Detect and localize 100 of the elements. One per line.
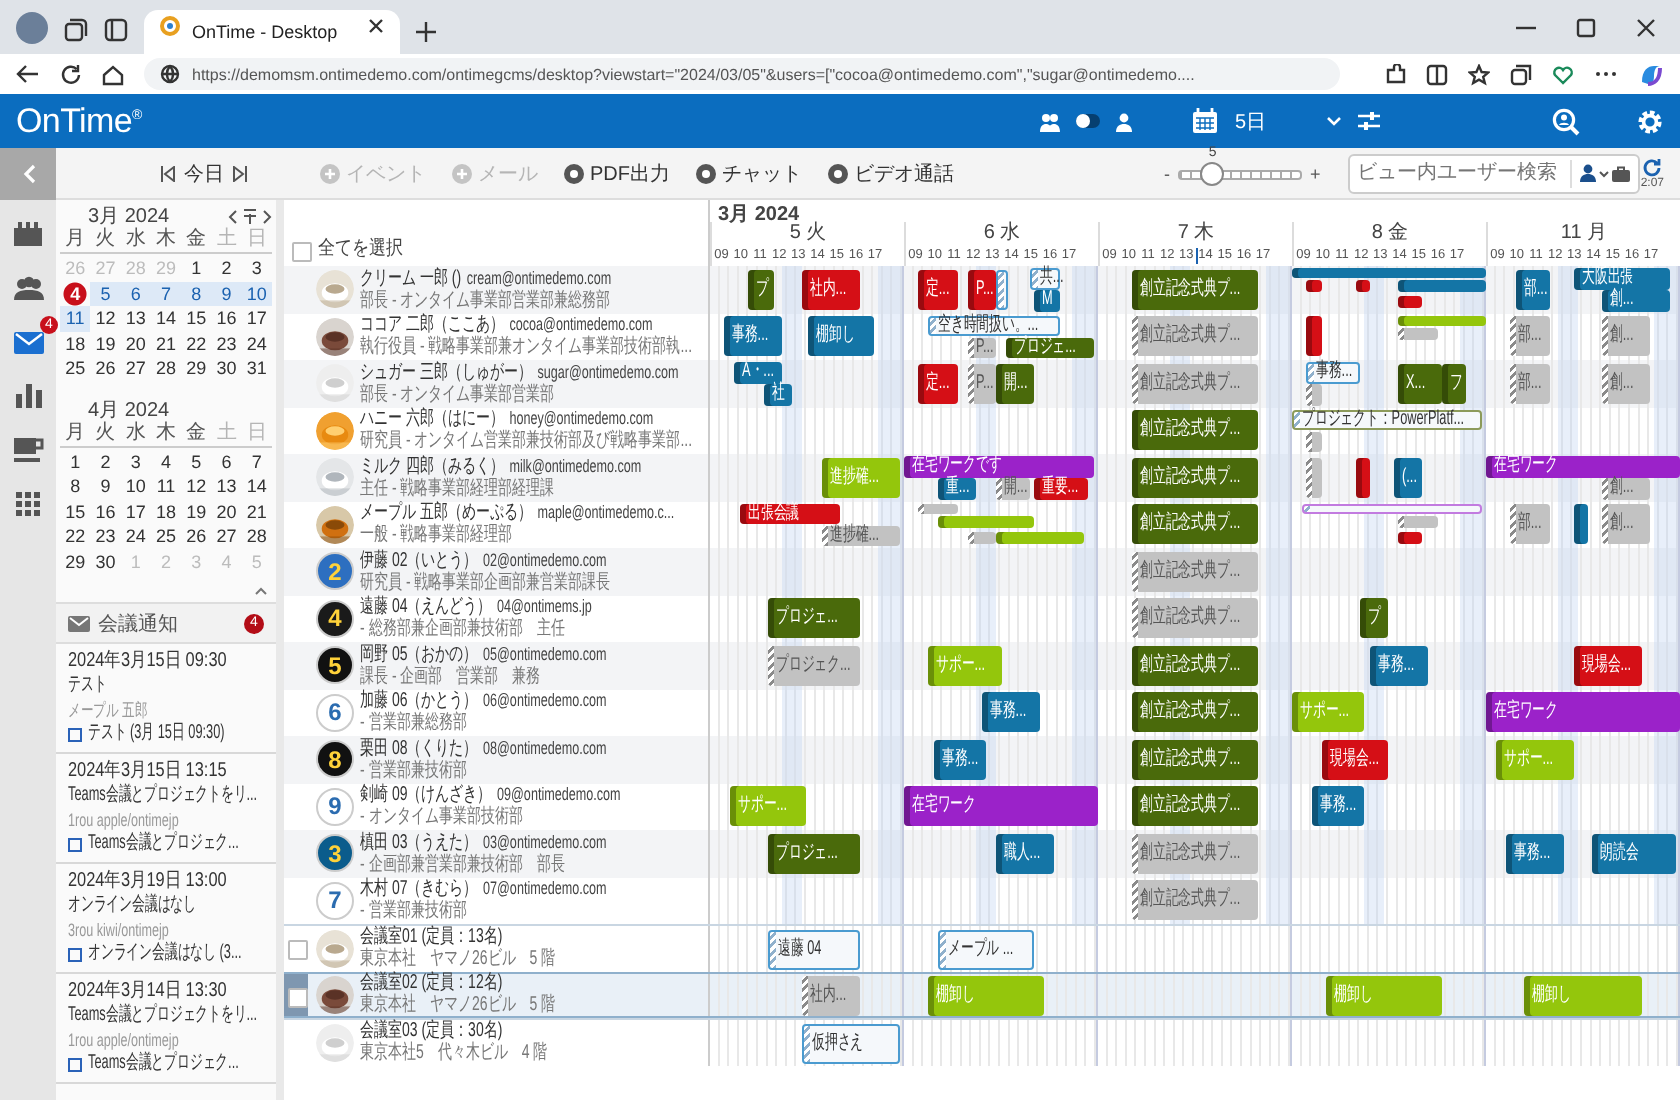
calendar-event[interactable]: 創...: [1602, 363, 1651, 403]
calendar-day[interactable]: 10: [241, 281, 272, 306]
calendar-day[interactable]: 7: [241, 449, 272, 474]
calendar-event[interactable]: 現場会...: [1573, 645, 1642, 685]
schedule-row[interactable]: 7 木村 07（きむら） 07@ontimedemo.com - 営業部兼技術部 創立記念式典プ...: [284, 877, 1680, 924]
calendar-day[interactable]: 16: [90, 499, 121, 524]
calendar-event[interactable]: 創...: [1602, 290, 1671, 311]
calendar-event[interactable]: 事務...: [1306, 362, 1360, 383]
calendar-day[interactable]: 19: [181, 499, 212, 524]
calendar-day[interactable]: 9: [90, 474, 121, 499]
plus-icon[interactable]: [416, 22, 436, 42]
notification-item[interactable]: 2024年3月19日 13:00 オンライン会議はなし 3rou kiwi/ontimejp オンライン会議はなし (3...: [56, 864, 276, 974]
calendar-event[interactable]: 創立記念式典プ...: [1131, 363, 1259, 403]
calendar-day[interactable]: 27: [120, 356, 151, 381]
calendar-day[interactable]: 18: [60, 331, 91, 356]
calendar-day[interactable]: 28: [241, 524, 272, 549]
notification-item[interactable]: 2024年3月14日 13:30 Teams会議とプロジェクトをリ... 1rou apple/ontimejp Teams会議とプロジェク...: [56, 974, 276, 1084]
days-dropdown[interactable]: 5日: [1234, 107, 1266, 135]
next-icon[interactable]: [232, 165, 248, 181]
event-link[interactable]: Teams会議とプロジェク...: [88, 832, 239, 856]
calendar-day[interactable]: 15: [60, 499, 91, 524]
calendar-day[interactable]: 23: [211, 331, 242, 356]
close-icon[interactable]: [368, 18, 384, 34]
search-field[interactable]: ビュー内ユーザー検索: [1350, 159, 1573, 187]
zoom-in-button[interactable]: +: [1310, 163, 1321, 183]
workspaces-icon[interactable]: [64, 18, 88, 42]
calendar-event[interactable]: 朗読会: [1592, 833, 1676, 873]
calendar-event[interactable]: 創立記念式典プ...: [1131, 504, 1259, 544]
calendar-event[interactable]: 重...: [937, 478, 977, 499]
calendar-event[interactable]: [1355, 457, 1370, 497]
copilot-icon[interactable]: [1638, 61, 1664, 87]
calendar-day[interactable]: 22: [181, 331, 212, 356]
people-icon[interactable]: [1040, 111, 1061, 131]
nav-button[interactable]: [8, 432, 48, 468]
calendar-event[interactable]: [1398, 315, 1486, 325]
browser-tab[interactable]: OnTime - Desktop: [144, 10, 400, 54]
back-icon[interactable]: [16, 64, 40, 84]
calendar-event[interactable]: プロジェ...: [1005, 337, 1094, 358]
calendar-day[interactable]: 29: [60, 549, 91, 574]
schedule-row[interactable]: 会議室02 (定員：12名) 東京本社 ヤマノ26ビル 5 階 社内... 棚卸し 棚卸し 棚卸し: [284, 971, 1680, 1018]
calendar-event[interactable]: 事務...: [1311, 786, 1365, 826]
calendar-day[interactable]: 3: [241, 256, 272, 281]
select-all-label[interactable]: 全てを選択: [318, 234, 403, 262]
calendar-event[interactable]: 在宅ワークです: [904, 456, 1094, 477]
calendar-day[interactable]: 1: [60, 449, 91, 474]
calendar-day[interactable]: 14: [150, 306, 182, 331]
calendar-day[interactable]: 25: [60, 356, 91, 381]
calendar-event[interactable]: 事務...: [724, 316, 783, 356]
toggle-switch[interactable]: [1076, 114, 1101, 128]
calendar-day[interactable]: 4: [150, 449, 182, 474]
calendar-event[interactable]: 事務...: [1505, 833, 1564, 873]
calendar-event[interactable]: 創...: [1602, 504, 1651, 544]
checkbox[interactable]: [288, 987, 308, 1007]
calendar-event[interactable]: 創立記念式典プ...: [1131, 645, 1259, 685]
calendar-event[interactable]: 進捗確...: [821, 525, 900, 546]
calendar-day[interactable]: 17: [241, 306, 272, 331]
calendar-day[interactable]: 11: [150, 474, 182, 499]
calendar-day[interactable]: 13: [120, 306, 151, 331]
schedule-row[interactable]: ココア 二郎（ここあ） cocoa@ontimedemo.com 執行役員 - 戦略事業部兼オンタイム事業部技術部執... 事務... 棚卸し 空き時間扱い。... P... プロジェ... 創立記念式典プ... 部... 創...: [284, 313, 1680, 360]
chevron-left-icon[interactable]: [228, 209, 238, 223]
calendar-day[interactable]: 27: [211, 524, 242, 549]
calendar-event[interactable]: 在宅ワーク: [1486, 456, 1680, 477]
calendar-day[interactable]: 2: [211, 256, 242, 281]
calendar-event[interactable]: [1573, 504, 1588, 544]
toolbar-button[interactable]: PDF出力: [556, 159, 678, 187]
checkbox[interactable]: [288, 940, 308, 960]
calendar-day[interactable]: 16: [211, 306, 242, 331]
chevron-right-icon[interactable]: [262, 209, 272, 223]
calendar-event[interactable]: 創...: [1602, 478, 1651, 499]
calendar-event[interactable]: プロジェクト：PowerPlatf...: [1292, 409, 1482, 430]
calendar-day[interactable]: 12: [181, 474, 212, 499]
slider-thumb[interactable]: [1200, 161, 1225, 185]
calendar-event[interactable]: 定...: [918, 269, 958, 309]
calendar-day[interactable]: 4: [60, 281, 91, 306]
calendar-icon[interactable]: [1192, 108, 1219, 134]
calendar-event[interactable]: 事務...: [1369, 645, 1428, 685]
calendar-event[interactable]: 開...: [996, 478, 1031, 499]
calendar-day[interactable]: 24: [241, 331, 272, 356]
calendar-day[interactable]: 22: [60, 524, 91, 549]
split-screen-icon[interactable]: [1426, 63, 1448, 85]
calendar-event[interactable]: 創立記念式典プ...: [1131, 786, 1259, 826]
calendar-event[interactable]: 遠藤 04: [768, 929, 861, 969]
calendar-event[interactable]: [937, 515, 1035, 527]
calendar-event[interactable]: フ: [1442, 363, 1467, 403]
calendar-day[interactable]: 6: [211, 449, 242, 474]
calendar-day[interactable]: 5: [181, 449, 212, 474]
calendar-day[interactable]: 2: [90, 449, 121, 474]
calendar-day[interactable]: 17: [120, 499, 151, 524]
schedule-row[interactable]: 9 剣崎 09（けんざき） 09@ontimedemo.com - オンタイム事業部技術部 サポー... 在宅ワーク 創立記念式典プ... 事務...: [284, 783, 1680, 830]
extensions-icon[interactable]: [1384, 63, 1406, 85]
calendar-event[interactable]: (...: [1393, 457, 1423, 497]
toolbar-button[interactable]: チャット: [688, 159, 810, 187]
calendar-day[interactable]: 31: [241, 356, 272, 381]
calendar-day[interactable]: 14: [241, 474, 272, 499]
calendar-event[interactable]: 創立記念式典プ...: [1131, 269, 1259, 309]
calendar-event[interactable]: 大阪出張: [1573, 268, 1671, 289]
calendar-event[interactable]: プロジェ...: [768, 598, 861, 638]
maximize-icon[interactable]: [1576, 17, 1596, 37]
notification-item[interactable]: 2024年3月15日 09:30 テスト メープル 五郎 テスト (3月 15日 09:30): [56, 644, 276, 754]
calendar-event[interactable]: 現場会...: [1321, 739, 1389, 779]
